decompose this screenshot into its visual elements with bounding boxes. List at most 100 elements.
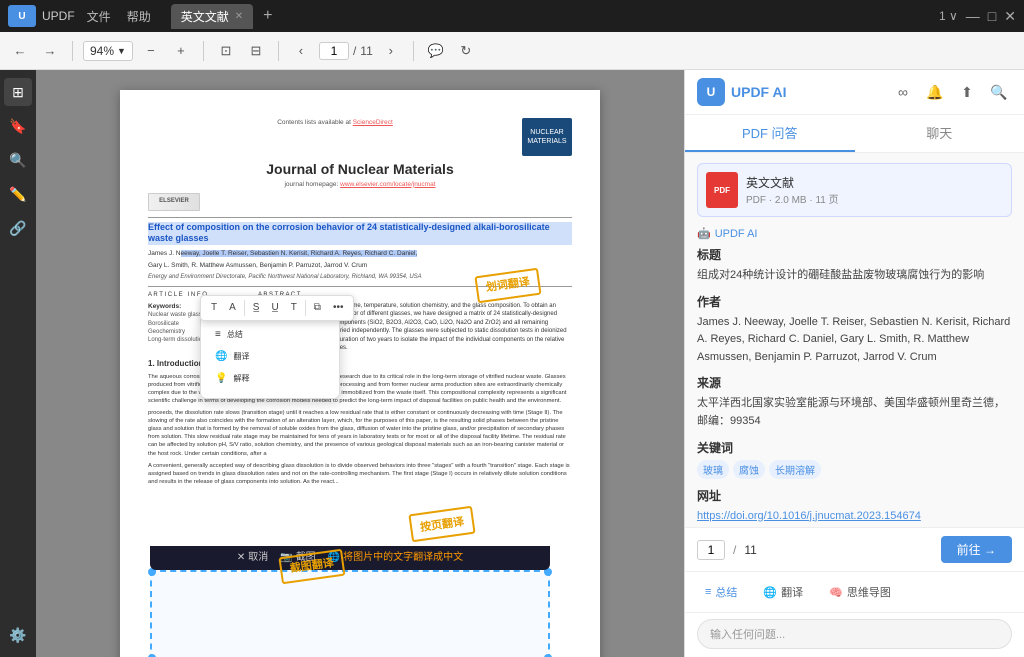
keyword-chip-2: 腐蚀 [733, 460, 765, 479]
elsevier-logo: ELSEVIER [148, 193, 572, 211]
zoom-selector[interactable]: 94% ▼ [83, 41, 133, 61]
go-to-page-label: 前往 → [957, 541, 996, 558]
ai-search[interactable]: 🔍 [986, 79, 1012, 105]
explain-label: 解释 [233, 373, 249, 384]
tab-add-button[interactable]: + [255, 7, 280, 25]
sidebar-settings[interactable]: ⚙️ [4, 621, 32, 649]
translate-option[interactable]: 🌐 翻译 [211, 346, 329, 368]
summarize-icon: ≡ [215, 328, 221, 342]
next-page-btn[interactable]: › [379, 39, 403, 63]
updf-logo-icon: U [697, 78, 725, 106]
page-indicator-toolbar: / 11 [319, 42, 373, 60]
zoom-value: 94% [90, 44, 114, 58]
ai-action-3[interactable]: ⬆ [954, 79, 980, 105]
rotate-btn[interactable]: ↻ [454, 39, 478, 63]
affil-text: Energy and Environment Directorate, Paci… [148, 274, 422, 280]
sidebar-thumbnails[interactable]: ⊞ [4, 78, 32, 106]
tab-bar: 英文文献 ✕ + [171, 4, 939, 29]
sidebar-annotate[interactable]: ✏️ [4, 180, 32, 208]
rp-title-text: 组成对24种统计设计的硼硅酸盐盐废物玻璃腐蚀行为的影响 [697, 267, 1012, 285]
rp-source-text: 太平洋西北国家实验室能源与环境部、美国华盛顿州里奇兰德，邮编：99354 [697, 395, 1012, 430]
back-button[interactable]: ← [8, 39, 32, 63]
doi-link[interactable]: https://doi.org/10.1016/j.jnucmat.2023.1… [697, 510, 921, 522]
journal-title: Journal of Nuclear Materials [148, 160, 572, 180]
translate-label: 翻译 [233, 351, 249, 362]
prev-page-btn[interactable]: ‹ [289, 39, 313, 63]
page-separator: / [353, 44, 356, 58]
translate-btn[interactable]: 🌐 翻译 [755, 580, 811, 604]
menu-bar: 文件 帮助 [87, 8, 151, 25]
menu-help[interactable]: 帮助 [127, 8, 151, 25]
go-to-page-btn[interactable]: 前往 → [941, 536, 1012, 563]
ai-action-1[interactable]: ∞ [890, 79, 916, 105]
mindmap-icon: 🧠 [829, 586, 843, 599]
rp-authors-label: 作者 [697, 293, 1012, 310]
toolbar-divider-4 [413, 41, 414, 61]
sidebar-bookmarks[interactable]: 🔖 [4, 112, 32, 140]
page-nav-input[interactable] [697, 540, 725, 560]
file-type-icon: PDF [706, 172, 738, 208]
tab-qa[interactable]: PDF 问答 [685, 115, 855, 152]
translate-icon: 🌐 [215, 350, 227, 364]
minimize-btn[interactable]: — [966, 8, 980, 24]
journal-url-text[interactable]: www.elsevier.com/locate/jnucmat [340, 181, 435, 188]
page-indicator: 1 ∨ [939, 9, 958, 23]
toolbar-divider-3 [278, 41, 279, 61]
translate-bottom-icon: 🌐 [763, 586, 777, 599]
tab-chat[interactable]: 聊天 [855, 115, 1024, 152]
right-panel: U UPDF AI ∞ 🔔 ⬆ 🔍 PDF 问答 聊天 PDF [684, 70, 1024, 657]
keyword-chip-3: 长期溶解 [769, 460, 821, 479]
maximize-btn[interactable]: □ [988, 8, 996, 24]
sidebar-search[interactable]: 🔍 [4, 146, 32, 174]
contents-available-text: Contents lists available at ScienceDirec… [148, 118, 522, 127]
science-direct-link[interactable]: ScienceDirect [353, 119, 393, 126]
ft-more-btn[interactable]: ••• [329, 299, 348, 317]
rp-source-label: 来源 [697, 374, 1012, 391]
menu-file[interactable]: 文件 [87, 8, 111, 25]
summarize-btn[interactable]: ≡ 总结 [697, 580, 745, 604]
fit-width-btn[interactable]: ⊟ [244, 39, 268, 63]
comment-btn[interactable]: 💬 [424, 39, 448, 63]
summarize-option[interactable]: ≡ 总结 [211, 324, 329, 346]
zoom-dropdown-icon: ▼ [117, 46, 126, 56]
app-logo: U [8, 5, 36, 27]
explain-option[interactable]: 💡 解释 [211, 368, 329, 390]
zoom-in-btn[interactable]: + [169, 39, 193, 63]
ft-underline-btn[interactable]: U̲ [267, 299, 282, 317]
page-navigation: / 11 前往 → [685, 527, 1024, 571]
tab-document[interactable]: 英文文献 ✕ [171, 4, 253, 29]
screenshot-selection [150, 570, 550, 657]
mindmap-btn[interactable]: 🧠 思维导图 [821, 580, 899, 604]
journal-homepage: journal homepage: journal homepage: www.… [148, 180, 572, 189]
translate-image-btn[interactable]: 🌐 将图片中的文字翻译成中文 [328, 551, 463, 565]
article-authors-2: Gary L. Smith, R. Matthew Asmussen, Benj… [148, 261, 572, 270]
summarize-text: 总结 [715, 584, 737, 600]
cancel-label: 取消 [248, 551, 268, 565]
chat-input-area[interactable]: 输入任何问题... [697, 619, 1012, 649]
close-btn[interactable]: ✕ [1004, 8, 1016, 25]
mindmap-text: 思维导图 [847, 584, 891, 600]
tab-close-button[interactable]: ✕ [235, 11, 243, 22]
fit-page-btn[interactable]: ⊡ [214, 39, 238, 63]
ft-translate-btn[interactable]: T [207, 299, 221, 317]
floating-text-toolbar: T A S̲ U̲ T ⧉ ••• [200, 295, 354, 321]
rp-content: PDF 英文文献 PDF · 2.0 MB · 11 页 🤖 UPDF AI 标… [685, 153, 1024, 527]
authors-highlighted: eeway, Joelle T. Reiser, Sebastien N. Ke… [181, 250, 418, 257]
ft-copy-btn[interactable]: ⧉ [310, 299, 325, 317]
summarize-icon: ≡ [705, 586, 711, 598]
forward-button[interactable]: → [38, 39, 62, 63]
ft-bold-btn[interactable]: A [225, 299, 240, 317]
page-nav-total: 11 [744, 543, 756, 557]
page-number-input[interactable] [319, 42, 349, 60]
ai-action-2[interactable]: 🔔 [922, 79, 948, 105]
ft-strikethrough-btn[interactable]: S̲ [249, 299, 264, 317]
zoom-out-btn[interactable]: − [139, 39, 163, 63]
explain-icon: 💡 [215, 372, 227, 386]
cancel-screenshot-btn[interactable]: ✕ 取消 [237, 551, 268, 565]
keyword-chip-1: 玻璃 [697, 460, 729, 479]
total-pages: 11 [360, 44, 372, 58]
ft-text-btn[interactable]: T [287, 299, 301, 317]
journal-title-block: Journal of Nuclear Materials journal hom… [148, 160, 572, 189]
intro-text-3: A convenient, generally accepted way of … [148, 462, 572, 486]
sidebar-links[interactable]: 🔗 [4, 214, 32, 242]
